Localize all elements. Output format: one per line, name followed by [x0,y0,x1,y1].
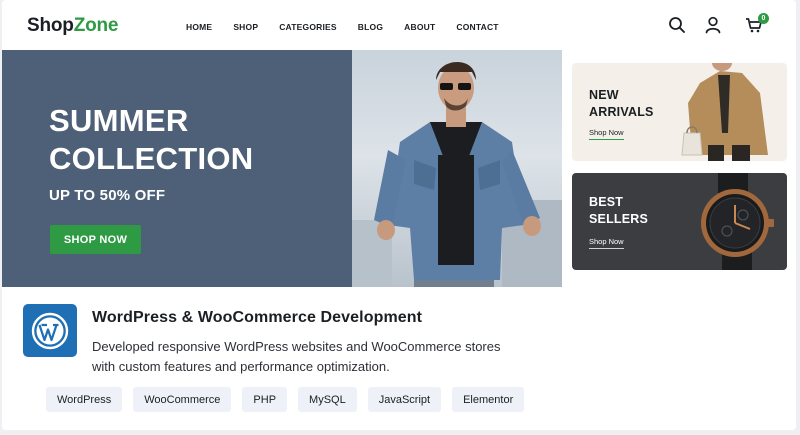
tag-woocommerce: WooCommerce [133,387,232,412]
promo-best-line2: SELLERS [589,212,649,226]
model-illustration [352,61,562,287]
shop-now-button[interactable]: SHOP NOW [50,225,141,254]
nav-contact[interactable]: CONTACT [456,22,498,32]
promo-best-sellers-title: BEST SELLERS [589,194,648,228]
nav-home[interactable]: HOME [186,22,212,32]
hero-title-line2: COLLECTION [49,141,254,176]
search-icon[interactable] [667,15,687,35]
logo-text-zone: Zone [73,15,119,36]
tag-wordpress: WordPress [46,387,123,412]
user-icon[interactable] [703,15,723,35]
cart-count-badge: 0 [758,13,769,24]
nav-blog[interactable]: BLOG [358,22,383,32]
nav-shop[interactable]: SHOP [233,22,258,32]
wordpress-icon [31,312,69,349]
hero-banner: SUMMER COLLECTION UP TO 50% OFF SHOP NOW [2,50,562,287]
promo-best-sellers[interactable]: BEST SELLERS Shop Now [572,173,787,270]
promo-new-line1: NEW [589,88,619,102]
promo-new-line2: ARRIVALS [589,105,654,119]
project-description: Developed responsive WordPress websites … [92,339,501,374]
promo-best-line1: BEST [589,195,624,209]
hero-title-line1: SUMMER [49,103,189,138]
tag-php: PHP [242,387,288,412]
promo-new-arrivals-title: NEW ARRIVALS [589,87,654,121]
tag-elementor: Elementor [452,387,525,412]
site-logo[interactable]: ShopZone [27,15,118,37]
logo-text-shop: Shop [27,15,74,36]
nav-about[interactable]: ABOUT [404,22,435,32]
main-nav: HOME SHOP CATEGORIES BLOG ABOUT CONTACT [186,22,520,32]
tech-tags: WordPress WooCommerce PHP MySQL JavaScri… [46,387,535,412]
portfolio-frame: ShopZone HOME SHOP CATEGORIES BLOG ABOUT… [2,0,796,430]
project-title: WordPress & WooCommerce Development [92,309,423,326]
promo-new-arrivals[interactable]: NEW ARRIVALS Shop Now [572,63,787,161]
best-sellers-shop-now-link[interactable]: Shop Now [589,237,624,249]
site-header: ShopZone HOME SHOP CATEGORIES BLOG ABOUT… [2,0,796,50]
wordpress-logo-icon [23,304,77,357]
tag-mysql: MySQL [298,387,357,412]
new-arrivals-shop-now-link[interactable]: Shop Now [589,128,624,140]
nav-categories[interactable]: CATEGORIES [279,22,337,32]
project-card: WordPress & WooCommerce Development Deve… [2,288,796,430]
tag-javascript: JavaScript [367,387,442,412]
hero-title: SUMMER COLLECTION [49,102,254,178]
hero-subtitle: UP TO 50% OFF [49,187,166,204]
hero-model-image [352,50,562,287]
